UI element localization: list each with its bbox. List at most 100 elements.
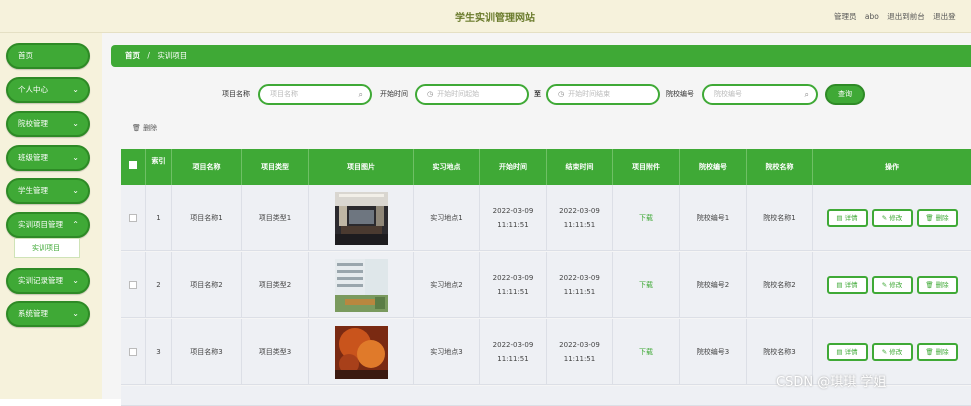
sidebar-item-label: 首页 (18, 51, 33, 60)
chevron-down-icon: ⌄ (72, 119, 79, 128)
project-image (334, 191, 388, 245)
row-checkbox[interactable] (121, 185, 146, 251)
select-all-checkbox[interactable] (121, 149, 146, 185)
breadcrumb-current: 实训项目 (157, 51, 188, 60)
sidebar-item-records[interactable]: 实训记录管理 ⌄ (6, 268, 90, 294)
edit-icon: ✎ (881, 281, 888, 289)
row-project-type: 项目类型2 (242, 252, 309, 318)
range-to-label: 至 (534, 90, 541, 98)
sidebar-item-projects[interactable]: 实训项目管理 ⌃ (6, 212, 90, 238)
start-from-input[interactable]: ◷ 开始时间起始 (415, 84, 529, 105)
row-school-code: 院校编号2 (680, 252, 747, 318)
row-location: 实习地点3 (414, 319, 480, 385)
clock-icon: ◷ (558, 90, 565, 98)
start-to-input[interactable]: ◷ 开始时间结束 (546, 84, 660, 105)
row-project-type: 项目类型1 (242, 185, 309, 251)
sidebar-item-students[interactable]: 学生管理 ⌄ (6, 178, 90, 204)
column-header-end: 结束时间 (547, 149, 613, 185)
top-bar: 学生实训管理网站 管理员 abo 退出到前台 退出登 (0, 0, 971, 33)
row-actions: ▤ 详情 ✎ 修改 🗑 删除 (813, 252, 971, 318)
edit-button[interactable]: ✎ 修改 (871, 343, 913, 361)
detail-button[interactable]: ▤ 详情 (826, 343, 868, 361)
logout-link[interactable]: 退出登 (933, 12, 956, 21)
column-header-school-name: 院校名称 (747, 149, 813, 185)
row-project-name: 项目名称1 (172, 185, 242, 251)
column-header-location: 实习地点 (414, 149, 480, 185)
username: abo (864, 12, 879, 21)
delete-button[interactable]: 🗑 删除 (916, 209, 958, 227)
chevron-down-icon: ⌄ (72, 186, 79, 195)
trash-icon: 🗑 (925, 281, 934, 289)
delete-button[interactable]: 🗑 删除 (916, 276, 958, 294)
column-header-name: 项目名称 (172, 149, 242, 185)
column-header-type: 项目类型 (242, 149, 309, 185)
row-checkbox[interactable] (121, 319, 146, 385)
row-end-time: 2022-03-09 11:11:51 (547, 319, 613, 385)
detail-button[interactable]: ▤ 详情 (826, 209, 868, 227)
row-school-name: 院校名称2 (747, 252, 813, 318)
row-start-time: 2022-03-09 11:11:51 (480, 319, 547, 385)
column-header-attachment: 项目附件 (613, 149, 680, 185)
chevron-up-icon: ⌃ (72, 220, 79, 229)
site-title: 学生实训管理网站 (455, 13, 535, 24)
search-icon: ⌕ (804, 90, 809, 99)
row-download-link[interactable]: 下载 (613, 252, 680, 318)
sidebar-item-label: 个人中心 (18, 85, 48, 94)
edit-button[interactable]: ✎ 修改 (871, 209, 913, 227)
row-school-name: 院校名称1 (747, 185, 813, 251)
breadcrumb-home[interactable]: 首页 (125, 51, 140, 60)
project-name-input[interactable]: 项目名称 ⌕ (258, 84, 372, 105)
sidebar-item-system[interactable]: 系统管理 ⌄ (6, 301, 90, 327)
edit-icon: ✎ (881, 348, 888, 356)
row-index: 2 (146, 252, 172, 318)
sidebar-item-classes[interactable]: 班级管理 ⌄ (6, 145, 90, 171)
column-header-actions: 操作 (885, 163, 899, 171)
detail-icon: ▤ (836, 214, 843, 222)
row-project-type: 项目类型3 (242, 319, 309, 385)
back-to-front-link[interactable]: 退出到前台 (887, 12, 925, 21)
trash-icon: 🗑 (925, 348, 934, 356)
breadcrumb-separator: / (147, 51, 150, 60)
school-code-label: 院校编号 (666, 90, 694, 98)
row-end-time: 2022-03-09 11:11:51 (547, 185, 613, 251)
detail-button[interactable]: ▤ 详情 (826, 276, 868, 294)
row-end-time: 2022-03-09 11:11:51 (547, 252, 613, 318)
table-row: 2 项目名称2 项目类型2 实习地点2 2022-03-09 11:11:51 … (121, 252, 971, 318)
clock-icon: ◷ (427, 90, 434, 98)
column-header-school-code: 院校编号 (680, 149, 747, 185)
row-index: 3 (146, 319, 172, 385)
project-image (334, 325, 388, 379)
row-location: 实习地点2 (414, 252, 480, 318)
detail-icon: ▤ (836, 281, 843, 289)
edit-icon: ✎ (881, 214, 888, 222)
sidebar: 首页 个人中心 ⌄ 院校管理 ⌄ 班级管理 ⌄ 学生管理 ⌄ 实训项目管理 ⌃ … (0, 33, 102, 399)
row-school-code: 院校编号3 (680, 319, 747, 385)
row-download-link[interactable]: 下载 (613, 319, 680, 385)
sidebar-item-profile[interactable]: 个人中心 ⌄ (6, 77, 90, 103)
row-school-code: 院校编号1 (680, 185, 747, 251)
submenu-item-projects[interactable]: 实训项目 (14, 238, 80, 258)
table-row: 1 项目名称1 项目类型1 实习地点1 2022-03-09 11:11:51 … (121, 185, 971, 251)
column-header-start: 开始时间 (480, 149, 547, 185)
row-start-time: 2022-03-09 11:11:51 (480, 185, 547, 251)
school-code-input[interactable]: 院校编号 ⌕ (702, 84, 818, 105)
chevron-down-icon: ⌄ (72, 309, 79, 318)
watermark: CSDN @琪琪 学姐 (776, 375, 887, 390)
detail-icon: ▤ (836, 348, 843, 356)
row-actions: ▤ 详情 ✎ 修改 🗑 删除 (813, 185, 971, 251)
breadcrumb: 首页 / 实训项目 (111, 45, 971, 67)
row-start-time: 2022-03-09 11:11:51 (480, 252, 547, 318)
sidebar-item-label: 学生管理 (18, 186, 48, 195)
row-project-name: 项目名称2 (172, 252, 242, 318)
batch-delete-button[interactable]: 🗑 删除 (132, 123, 157, 133)
sidebar-item-home[interactable]: 首页 (6, 43, 90, 69)
trash-icon: 🗑 (925, 214, 934, 222)
edit-button[interactable]: ✎ 修改 (871, 276, 913, 294)
row-checkbox[interactable] (121, 252, 146, 318)
row-download-link[interactable]: 下载 (613, 185, 680, 251)
main-content: 首页 / 实训项目 项目名称 项目名称 ⌕ 开始时间 ◷ 开始时间起始 至 ◷ 开始… (102, 33, 971, 406)
sidebar-item-schools[interactable]: 院校管理 ⌄ (6, 111, 90, 137)
delete-button[interactable]: 🗑 删除 (916, 343, 958, 361)
trash-icon: 🗑 (132, 124, 141, 132)
search-button[interactable]: 查询 (825, 84, 865, 105)
